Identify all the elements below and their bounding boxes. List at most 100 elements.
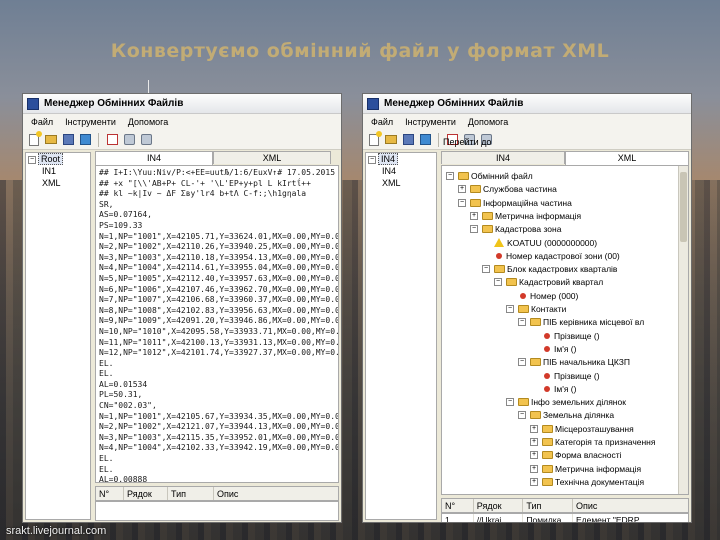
collapse-icon[interactable]: − <box>506 305 514 313</box>
xml-tree-node[interactable]: − Інфо земельних ділянок <box>506 396 626 408</box>
menu-file[interactable]: Файл <box>31 117 53 127</box>
folder-icon <box>542 424 553 433</box>
editor-line: AL=0.00888 <box>99 475 148 483</box>
xml-tree-node[interactable]: − Кадастровий квартал <box>494 276 603 288</box>
col-row[interactable]: Рядок <box>474 499 524 512</box>
tab-xml[interactable]: XML <box>213 151 331 164</box>
xml-tree-view[interactable]: − Обмінний файл + Службова частина − Інформац… <box>441 165 689 495</box>
xml-tree-node[interactable]: Ім'я () <box>530 343 576 355</box>
xml-tree-node[interactable]: KOATUU (0000000000) <box>482 237 597 249</box>
xml-tree-node[interactable]: − Контакти <box>506 303 566 315</box>
col-type[interactable]: Тип <box>523 499 573 512</box>
editor-line: N=9,NP="1009",X=42091.20,Y=33946.86,MX=0… <box>99 316 339 326</box>
save-icon <box>62 134 74 145</box>
expand-icon[interactable]: + <box>470 211 478 220</box>
save-as-button[interactable] <box>418 133 432 147</box>
xml-tree-node[interactable]: − Обмінний файл <box>446 170 533 182</box>
open-button[interactable] <box>44 133 58 147</box>
xml-tree-node[interactable]: − Кадастрова зона <box>470 223 561 235</box>
xml-tree-node[interactable]: + Метрична інформація <box>530 463 641 475</box>
cell-type: Помилка <box>523 514 573 522</box>
tree-node-xml[interactable]: XML <box>26 177 90 189</box>
xml-tree-node[interactable]: Прізвище () <box>530 370 600 382</box>
tab-xml[interactable]: XML <box>565 151 689 165</box>
xml-tree-node[interactable]: + Категорія та призначення <box>530 436 655 448</box>
collapse-icon[interactable]: − <box>518 318 526 327</box>
menu-help[interactable]: Допомога <box>468 117 508 127</box>
scrollbar-thumb[interactable] <box>680 172 687 242</box>
collapse-icon[interactable]: − <box>494 278 502 287</box>
col-description[interactable]: Опис <box>214 487 338 500</box>
xml-tree-node[interactable]: + Метрична інформація <box>470 210 581 222</box>
collapse-icon[interactable]: − <box>482 265 490 274</box>
col-number[interactable]: N° <box>442 499 474 512</box>
collapse-icon[interactable]: − <box>470 225 478 234</box>
editor-line: N=7,NP="1007",X=42106.68,Y=33960.37,MX=0… <box>99 295 339 305</box>
editor-line: EL. <box>99 454 114 464</box>
col-number[interactable]: N° <box>96 487 124 500</box>
tab-in4[interactable]: IN4 <box>441 151 565 164</box>
xml-tree-scrollbar[interactable] <box>678 166 688 494</box>
menu-file[interactable]: Файл <box>371 117 393 127</box>
new-file-button[interactable] <box>367 130 382 147</box>
menu-tools[interactable]: Інструменти <box>405 117 456 127</box>
value-dot-icon <box>544 345 550 352</box>
xml-tree-node[interactable]: Номер (000) <box>506 290 578 302</box>
xml-tree-node[interactable]: + Місцерозташування <box>530 423 634 435</box>
menu-tools[interactable]: Інструменти <box>65 117 116 127</box>
value-dot-icon <box>544 332 550 339</box>
save-as-button[interactable] <box>78 133 92 147</box>
col-description[interactable]: Опис <box>573 499 688 512</box>
expand-icon[interactable]: + <box>458 185 466 194</box>
collapse-icon[interactable]: − <box>518 411 526 420</box>
collapse-icon[interactable]: − <box>458 198 466 207</box>
xml-tree-node[interactable]: − Блок кадастрових кварталів <box>482 263 617 275</box>
collapse-icon[interactable]: − <box>446 172 454 180</box>
tree-node-in4[interactable]: IN4 <box>366 165 436 177</box>
tools-button[interactable] <box>122 133 136 147</box>
expand-icon[interactable]: + <box>530 477 538 486</box>
collapse-icon[interactable]: − <box>506 398 514 407</box>
expand-icon[interactable]: + <box>530 424 538 433</box>
xml-tree-node[interactable]: Ім'я () <box>530 383 576 395</box>
xml-tree-node[interactable]: + Технічна документація <box>530 476 644 488</box>
xml-tree-node[interactable]: + Форма власності <box>530 449 622 461</box>
settings-button[interactable] <box>139 133 153 147</box>
editor-line: N=6,NP="1006",X=42107.46,Y=33962.70,MX=0… <box>99 284 339 294</box>
xml-node-label: Інформаційна частина <box>483 197 572 208</box>
value-dot-icon <box>544 372 550 379</box>
xml-tree-node[interactable]: − Земельна ділянка <box>518 409 614 421</box>
goto-label[interactable]: Перейти до <box>443 137 491 147</box>
xml-node-label: Метрична інформація <box>495 210 582 221</box>
tab-in4[interactable]: IN4 <box>95 151 213 165</box>
right-messages-row[interactable]: 1 //Ukrai... Помилка Елемент "EDRP <box>441 513 689 522</box>
expand-icon[interactable]: + <box>530 451 538 460</box>
col-row[interactable]: Рядок <box>124 487 168 500</box>
collapse-icon[interactable]: − <box>518 358 526 367</box>
folder-icon <box>482 225 493 234</box>
xml-node-label: Інфо земельних ділянок <box>531 397 626 408</box>
xml-tree-node[interactable]: + Службова частина <box>458 183 557 195</box>
editor-line: N=4,NP="1004",X=42102.33,Y=33942.19,MX=0… <box>99 443 339 453</box>
tree-node-xml[interactable]: XML <box>366 177 436 189</box>
expand-icon[interactable]: + <box>530 464 538 473</box>
tree-root-node[interactable]: − Root <box>26 153 90 165</box>
new-file-button[interactable] <box>27 130 42 147</box>
tree-node-in1[interactable]: IN1 <box>26 165 90 177</box>
menu-help[interactable]: Допомога <box>128 117 168 127</box>
xml-tree-node[interactable]: − ПІБ керівника місцевої вл <box>518 316 644 328</box>
tree-root-node[interactable]: − IN4 <box>366 153 436 165</box>
expand-icon[interactable]: + <box>530 438 538 446</box>
xml-tree-node[interactable]: − Інформаційна частина <box>458 197 572 209</box>
folder-icon <box>542 464 553 473</box>
xml-tree-node[interactable]: − ПІБ начальника ЦКЗП <box>518 356 630 368</box>
xml-tree-node[interactable]: Номер кадастрової зони (00) <box>482 250 620 262</box>
save-button[interactable] <box>61 133 75 147</box>
save-button[interactable] <box>401 133 415 147</box>
in4-text-editor[interactable]: ## I+I:\Yuu:Nіv/P:<+ЕЕ=uutЉ/1:6/EuxV↑# 1… <box>95 165 339 483</box>
xml-tree-node[interactable]: Прізвище () <box>530 330 600 342</box>
col-type[interactable]: Тип <box>168 487 214 500</box>
open-button[interactable] <box>384 133 398 147</box>
validate-button[interactable] <box>105 133 119 147</box>
left-file-tree: − Root IN1 XML <box>25 152 91 520</box>
